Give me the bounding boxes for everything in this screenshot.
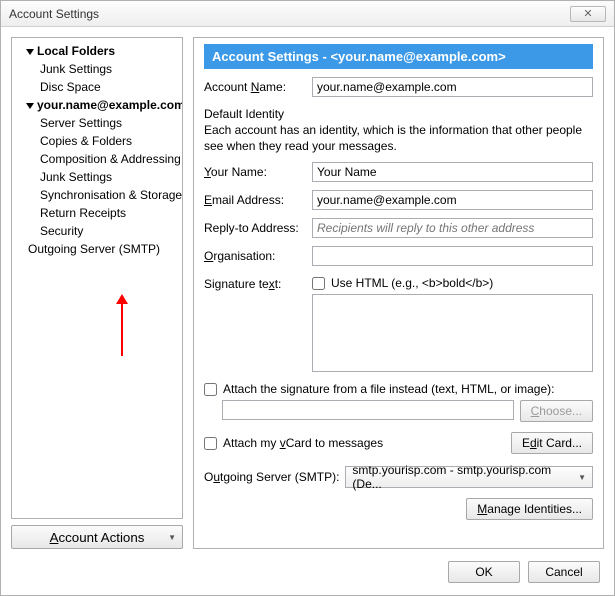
chevron-down-icon: [26, 49, 34, 55]
body: Local Folders Junk Settings Disc Space y…: [1, 27, 614, 549]
tree-disc-space[interactable]: Disc Space: [12, 78, 182, 96]
chevron-down-icon: [26, 103, 34, 109]
account-name-row: Account Name:: [204, 77, 593, 97]
file-path-input[interactable]: [222, 400, 514, 420]
replyto-label: Reply-to Address:: [204, 221, 312, 235]
vcard-checkbox[interactable]: [204, 437, 217, 450]
attach-file-checkbox-row[interactable]: Attach the signature from a file instead…: [204, 382, 593, 396]
titlebar: Account Settings ✕: [1, 1, 614, 27]
account-actions-button[interactable]: AAccount Actionsccount Actions ▼: [11, 525, 183, 549]
chevron-down-icon: ▼: [578, 473, 586, 482]
attach-file-section: Attach the signature from a file instead…: [204, 382, 593, 422]
account-name-input[interactable]: [312, 77, 593, 97]
account-tree: Local Folders Junk Settings Disc Space y…: [11, 37, 183, 519]
signature-textarea[interactable]: [312, 294, 593, 372]
attach-file-checkbox[interactable]: [204, 383, 217, 396]
email-label: Email Address:: [204, 193, 312, 207]
tree-junk-settings-1[interactable]: Junk Settings: [12, 60, 182, 78]
cancel-button[interactable]: Cancel: [528, 561, 600, 583]
edit-card-button[interactable]: Edit Card...: [511, 432, 593, 454]
panel-title: Account Settings - <your.name@example.co…: [204, 44, 593, 69]
choose-button[interactable]: Choose...: [520, 400, 593, 422]
tree-local-folders[interactable]: Local Folders: [12, 42, 182, 60]
organisation-label: Organisation:: [204, 249, 312, 263]
window: Account Settings ✕ Local Folders Junk Se…: [0, 0, 615, 596]
tree-sync-storage[interactable]: Synchronisation & Storage: [12, 186, 182, 204]
use-html-checkbox[interactable]: [312, 277, 325, 290]
settings-panel: Account Settings - <your.name@example.co…: [193, 37, 604, 549]
manage-identities-row: Manage Identities...: [204, 498, 593, 520]
signature-row: Signature text: Use HTML (e.g., <b>bold<…: [204, 276, 593, 372]
default-identity-title: Default Identity: [204, 107, 593, 121]
tree-composition-addressing[interactable]: Composition & Addressing: [12, 150, 182, 168]
tree-security[interactable]: Security: [12, 222, 182, 240]
identity-description: Each account has an identity, which is t…: [204, 123, 593, 154]
use-html-checkbox-row[interactable]: Use HTML (e.g., <b>bold</b>): [312, 276, 593, 290]
window-title: Account Settings: [9, 7, 99, 21]
use-html-label: Use HTML (e.g., <b>bold</b>): [331, 276, 493, 290]
tree-return-receipts[interactable]: Return Receipts: [12, 204, 182, 222]
vcard-label: Attach my vCard to messages: [223, 436, 383, 450]
tree-junk-settings-2[interactable]: Junk Settings: [12, 168, 182, 186]
your-name-input[interactable]: [312, 162, 593, 182]
signature-label: Signature text:: [204, 276, 312, 372]
close-icon: ✕: [583, 7, 592, 20]
tree-account[interactable]: your.name@example.com: [12, 96, 182, 114]
replyto-row: Reply-to Address:: [204, 218, 593, 238]
email-row: Email Address:: [204, 190, 593, 210]
chevron-down-icon: ▼: [168, 533, 176, 542]
close-button[interactable]: ✕: [570, 6, 606, 22]
email-input[interactable]: [312, 190, 593, 210]
account-name-label: Account Name:: [204, 80, 312, 94]
organisation-input[interactable]: [312, 246, 593, 266]
tree-copies-folders[interactable]: Copies & Folders: [12, 132, 182, 150]
smtp-label: Outgoing Server (SMTP):: [204, 470, 339, 484]
dialog-footer: OK Cancel: [1, 549, 614, 595]
file-chooser-row: Choose...: [222, 400, 593, 422]
organisation-row: Organisation:: [204, 246, 593, 266]
ok-button[interactable]: OK: [448, 561, 520, 583]
attach-file-label: Attach the signature from a file instead…: [223, 382, 554, 396]
your-name-row: Your Name:: [204, 162, 593, 182]
tree-outgoing-smtp[interactable]: Outgoing Server (SMTP): [12, 240, 182, 258]
replyto-input[interactable]: [312, 218, 593, 238]
vcard-checkbox-row[interactable]: Attach my vCard to messages: [204, 436, 383, 450]
smtp-row: Outgoing Server (SMTP): smtp.yourisp.com…: [204, 466, 593, 488]
smtp-select[interactable]: smtp.yourisp.com - smtp.yourisp.com (De.…: [345, 466, 593, 488]
your-name-label: Your Name:: [204, 165, 312, 179]
manage-identities-button[interactable]: Manage Identities...: [466, 498, 593, 520]
annotation-arrow: [116, 294, 128, 356]
smtp-selected-value: smtp.yourisp.com - smtp.yourisp.com (De.…: [352, 463, 578, 491]
vcard-row: Attach my vCard to messages Edit Card...: [204, 432, 593, 454]
tree-server-settings[interactable]: Server Settings: [12, 114, 182, 132]
left-column: Local Folders Junk Settings Disc Space y…: [11, 37, 183, 549]
